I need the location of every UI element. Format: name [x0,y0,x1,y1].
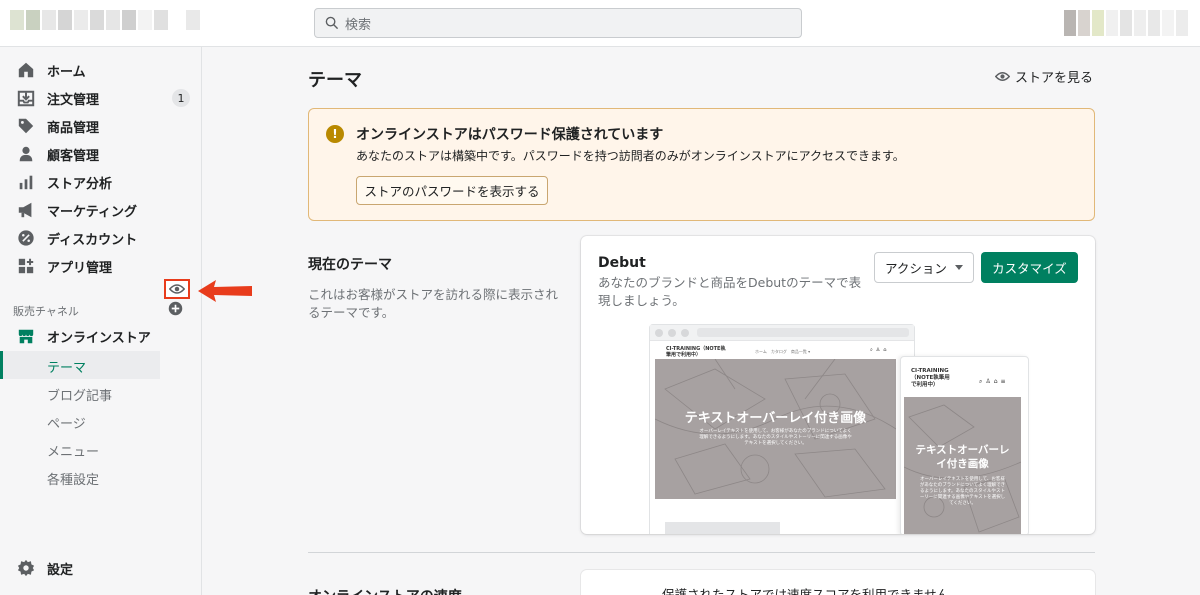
theme-name: Debut [598,255,646,271]
search-placeholder: 検索 [345,17,372,33]
current-theme-card: Debut あなたのブランドと商品をDebutのテーマで表現しましょう。 アクシ… [581,236,1095,534]
preview-store-name: CI-TRAINING（NOTE執 筆用で利用中） [666,346,726,358]
sidebar-item-label: マーケティング [47,204,137,220]
sidebar-item-marketing[interactable]: マーケティング [0,197,202,223]
sidebar-item-customers[interactable]: 顧客管理 [0,141,202,167]
view-store-label: ストアを見る [1015,71,1094,86]
banner-title: オンラインストアはパスワード保護されています [356,127,664,143]
search-input[interactable]: 検索 [314,8,802,38]
analytics-icon [19,175,33,190]
browser-chrome [650,325,914,341]
gear-icon [17,559,35,577]
annotation-arrow-icon [198,280,252,302]
browser-url-bar [697,328,909,337]
sidebar-item-label: ディスカウント [47,232,138,248]
theme-description: あなたのブランドと商品をDebutのテーマで表現しましょう。 [598,275,862,308]
apps-icon [18,258,34,274]
mobile-hero-title: テキストオーバーレ イ付き画像 [915,444,1010,470]
store-speed-card: 保護されたストアでは速度スコアを利用できません。 [581,570,1095,595]
mobile-theme-preview[interactable]: CI-TRAINING （NOTE執筆用 で利用中） ⌕♙⌂≡ テキストオーバー… [900,356,1029,534]
page-title: テーマ [308,70,362,91]
store-speed-heading: オンラインストアの速度 [308,586,462,595]
sub-item-themes[interactable]: テーマ [47,357,86,376]
tag-icon [18,118,34,134]
preview-hero-image: テキストオーバーレイ付き画像 オーバーレイテキストを使用して、お客様があなたのブ… [655,359,896,499]
actions-label: アクション [885,261,947,276]
sidebar-item-label: 注文管理 [47,92,100,108]
password-protection-banner: ! オンラインストアはパスワード保護されています あなたのストアは構築中です。パ… [308,108,1095,221]
eye-icon [995,72,1010,81]
sidebar-item-label: 顧客管理 [47,148,100,164]
sidebar-item-label: 商品管理 [47,120,100,136]
hero-subtitle: オーバーレイテキストを使用して、お客様があなたのブランドについてよく 理解できる… [699,429,852,446]
warning-icon: ! [326,125,344,143]
sidebar-item-label: オンラインストア [47,330,151,346]
mobile-hero-image: テキストオーバーレ イ付き画像 オーバーレイテキストを使用して、お客様 があなた… [904,397,1021,534]
customer-icon [19,146,33,162]
caret-down-icon [954,265,963,270]
window-dot [668,329,676,337]
sidebar-item-label: アプリ管理 [47,260,113,276]
view-online-store-eye-button[interactable] [164,279,190,299]
hero-title: テキストオーバーレイ付き画像 [684,411,867,426]
window-dot [681,329,689,337]
actions-dropdown-button[interactable]: アクション [874,252,974,283]
sidebar-item-home[interactable]: ホーム [0,57,202,83]
mobile-store-name: CI-TRAINING （NOTE執筆用 で利用中） [911,368,950,388]
current-theme-description: これはお客様がストアを訪れる際に表示されるテーマです。 [308,287,559,320]
preview-header-icons: ⌕♙⌂ [870,347,890,353]
search-icon [325,16,339,30]
sub-item-preferences[interactable]: 各種設定 [47,469,99,488]
home-icon [18,62,34,78]
sidebar-item-products[interactable]: 商品管理 [0,113,202,139]
customize-button[interactable]: カスタマイズ [981,252,1078,283]
sub-item-pages[interactable]: ページ [47,413,86,432]
banner-text: あなたのストアは構築中です。パスワードを持つ訪問者のみがオンラインストアにアクセ… [356,149,905,163]
window-dot [655,329,663,337]
mobile-header-icons: ⌕♙⌂≡ [979,378,1009,385]
sidebar-item-orders[interactable]: 注文管理 1 [0,85,202,111]
store-speed-text: 保護されたストアでは速度スコアを利用できません。 [662,587,962,595]
sidebar-item-online-store[interactable]: オンラインストア [0,323,202,349]
megaphone-icon [18,202,32,218]
store-icon [18,329,34,344]
sidebar-item-label: 設定 [47,562,74,578]
section-divider [308,552,1095,553]
current-theme-heading: 現在のテーマ [308,257,392,273]
active-indicator [0,351,3,379]
orders-count-badge: 1 [172,89,190,107]
eye-icon [169,284,185,294]
sidebar-item-apps[interactable]: アプリ管理 [0,253,202,279]
mobile-hero-subtitle: オーバーレイテキストを使用して、お客様 があなたのブランドについてよく理解でき … [919,477,1006,506]
sidebar-item-discounts[interactable]: ディスカウント [0,225,202,251]
desktop-theme-preview[interactable]: CI-TRAINING（NOTE執 筆用で利用中） ホーム カタログ 商品一覧 … [649,324,915,534]
preview-content-placeholder [665,522,780,534]
sub-item-menu[interactable]: メニュー [47,441,99,460]
store-logo-blurred[interactable] [10,10,200,30]
view-store-link[interactable]: ストアを見る [995,67,1093,86]
sidebar-item-label: ホーム [47,64,86,80]
preview-nav-links: ホーム カタログ 商品一覧 ▾ [755,349,811,354]
sidebar-item-analytics[interactable]: ストア分析 [0,169,202,195]
sidebar: ホーム 注文管理 1 商品管理 顧客管理 ストア分析 マーケティング ディスカウ… [0,47,202,595]
sales-channels-heading: 販売チャネル [13,305,79,318]
orders-icon [17,90,35,107]
add-channel-icon[interactable] [168,301,183,316]
show-password-button[interactable]: ストアのパスワードを表示する [356,176,548,205]
sidebar-item-label: ストア分析 [47,176,113,192]
discount-icon [18,230,34,246]
top-bar: 検索 [0,0,1200,47]
sub-item-blog[interactable]: ブログ記事 [47,385,112,404]
user-menu-blurred[interactable] [1064,10,1188,36]
sidebar-item-settings[interactable]: 設定 [0,555,202,581]
